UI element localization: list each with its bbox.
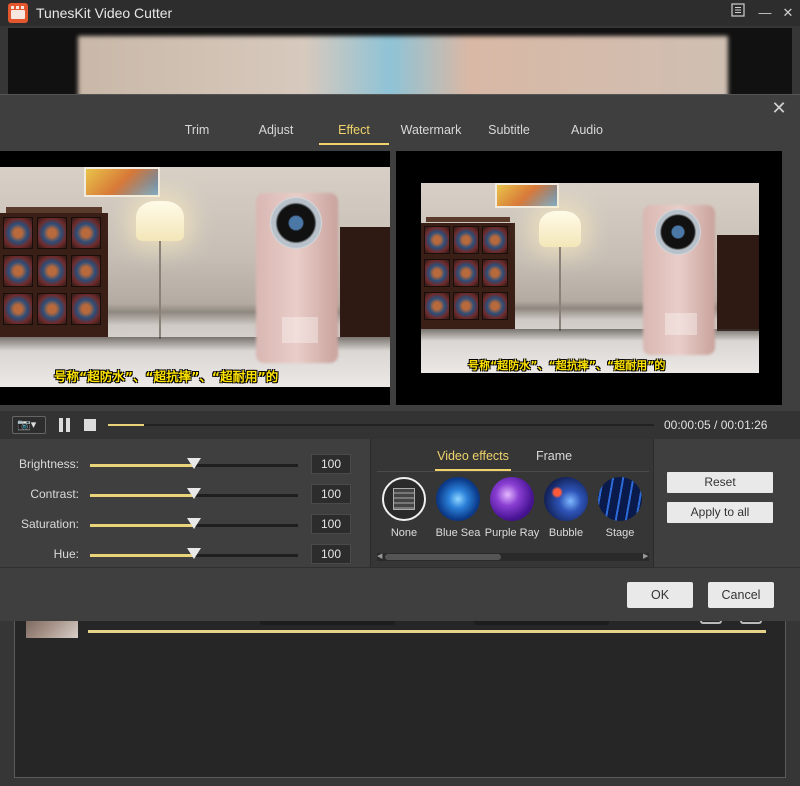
original-video-frame: 号称“超防水”、“超抗摔”、“超耐用”的 — [0, 167, 390, 387]
effects-divider — [377, 471, 649, 472]
minimize-button[interactable]: — — [755, 3, 775, 23]
contrast-row: Contrast: 100 — [0, 483, 368, 507]
tab-adjust[interactable]: Adjust — [236, 119, 316, 145]
contrast-label: Contrast: — [30, 487, 79, 501]
title-bar: TunesKit Video Cutter — ✕ — [0, 0, 800, 26]
effect-item-bubble[interactable]: Bubble — [539, 477, 593, 547]
apply-to-all-button[interactable]: Apply to all — [667, 502, 773, 523]
window-close-button[interactable]: ✕ — [778, 3, 798, 23]
pause-icon[interactable] — [58, 418, 72, 432]
contrast-slider-fill — [90, 494, 194, 497]
hue-row: Hue: 100 — [0, 543, 368, 567]
reset-button[interactable]: Reset — [667, 472, 773, 493]
original-subtitle: 号称“超防水”、“超抗摔”、“超耐用”的 — [54, 369, 279, 384]
hue-value-input[interactable]: 100 — [311, 544, 351, 564]
playback-bar: 📷▾ 00:00:05 / 00:01:26 — [0, 411, 800, 439]
tab-video-effects[interactable]: Video effects — [435, 447, 511, 471]
effects-scroll-thumb[interactable] — [385, 554, 501, 560]
app-logo-icon — [8, 3, 28, 23]
effect-actions-panel: Reset Apply to all — [656, 439, 786, 567]
stop-icon[interactable] — [84, 419, 96, 431]
effect-video-frame: 号称“超防水”、“超抗摔”、“超耐用”的 — [421, 183, 759, 373]
snapshot-camera-button[interactable]: 📷▾ — [12, 416, 46, 434]
main-preview-image — [78, 36, 728, 98]
saturation-label: Saturation: — [20, 517, 79, 531]
effect-label: Bubble — [548, 527, 584, 539]
saturation-value-input[interactable]: 100 — [311, 514, 351, 534]
scroll-left-icon[interactable]: ◀ — [377, 553, 383, 561]
tab-subtitle[interactable]: Subtitle — [474, 119, 544, 145]
tuneskit-app-window: TunesKit Video Cutter — ✕ ▼ ▼ ✕ Trim Adj… — [0, 0, 800, 786]
effect-label: Purple Ray — [484, 527, 540, 539]
cancel-button[interactable]: Cancel — [708, 582, 774, 608]
app-title: TunesKit Video Cutter — [36, 5, 173, 21]
contrast-slider-thumb[interactable] — [187, 488, 201, 499]
bubble-effect-icon — [544, 477, 588, 521]
effect-item-none[interactable]: None — [377, 477, 431, 547]
tab-frame[interactable]: Frame — [531, 447, 577, 471]
hue-slider-fill — [90, 554, 194, 557]
edit-dialog: ✕ Trim Adjust Effect Watermark Subtitle … — [0, 94, 800, 621]
brightness-label: Brightness: — [18, 457, 79, 471]
original-video-preview: 号称“超防水”、“超抗摔”、“超耐用”的 — [0, 151, 390, 405]
dialog-close-button[interactable]: ✕ — [770, 99, 788, 117]
brightness-row: Brightness: 100 — [0, 453, 368, 477]
saturation-slider[interactable] — [90, 518, 298, 529]
scroll-right-icon[interactable]: ▶ — [643, 553, 649, 561]
tab-effect[interactable]: Effect — [319, 119, 389, 145]
brightness-slider-thumb[interactable] — [187, 458, 201, 469]
dialog-footer: OK Cancel — [0, 567, 800, 621]
effect-item-stage[interactable]: Stage — [593, 477, 647, 547]
playback-time: 00:00:05 / 00:01:26 — [664, 418, 768, 432]
tab-trim[interactable]: Trim — [160, 119, 234, 145]
none-effect-icon — [382, 477, 426, 521]
effect-subtitle: 号称“超防水”、“超抗摔”、“超耐用”的 — [468, 359, 666, 372]
brightness-slider[interactable] — [90, 458, 298, 469]
hue-slider[interactable] — [90, 548, 298, 559]
purple-ray-effect-icon — [490, 477, 534, 521]
playback-progress-track[interactable] — [108, 424, 654, 426]
saturation-slider-thumb[interactable] — [187, 518, 201, 529]
effect-label: Blue Sea — [435, 527, 481, 539]
contrast-value-input[interactable]: 100 — [311, 484, 351, 504]
brightness-slider-fill — [90, 464, 194, 467]
effect-video-preview: 号称“超防水”、“超抗摔”、“超耐用”的 — [396, 151, 782, 405]
effects-panel: Video effects Frame None Blue Sea Purple… — [370, 439, 654, 567]
clip-track-bar — [88, 630, 766, 633]
stage-effect-icon — [598, 477, 642, 521]
playback-progress-fill — [108, 424, 145, 426]
menu-list-icon[interactable] — [728, 3, 748, 23]
saturation-slider-fill — [90, 524, 194, 527]
brightness-value-input[interactable]: 100 — [311, 454, 351, 474]
effect-item-purple-ray[interactable]: Purple Ray — [485, 477, 539, 547]
tab-watermark[interactable]: Watermark — [392, 119, 470, 145]
hue-slider-thumb[interactable] — [187, 548, 201, 559]
blue-sea-effect-icon — [436, 477, 480, 521]
saturation-row: Saturation: 100 — [0, 513, 368, 537]
effects-scrollbar[interactable]: ◀ ▶ — [377, 553, 649, 561]
hue-label: Hue: — [53, 547, 79, 561]
effect-label: Stage — [605, 527, 635, 539]
ok-button[interactable]: OK — [627, 582, 693, 608]
effect-label: None — [390, 527, 418, 539]
tab-audio[interactable]: Audio — [552, 119, 622, 145]
contrast-slider[interactable] — [90, 488, 298, 499]
adjust-sliders-panel: Brightness: 100 Contrast: 100 Saturation… — [0, 439, 368, 567]
effect-item-blue-sea[interactable]: Blue Sea — [431, 477, 485, 547]
